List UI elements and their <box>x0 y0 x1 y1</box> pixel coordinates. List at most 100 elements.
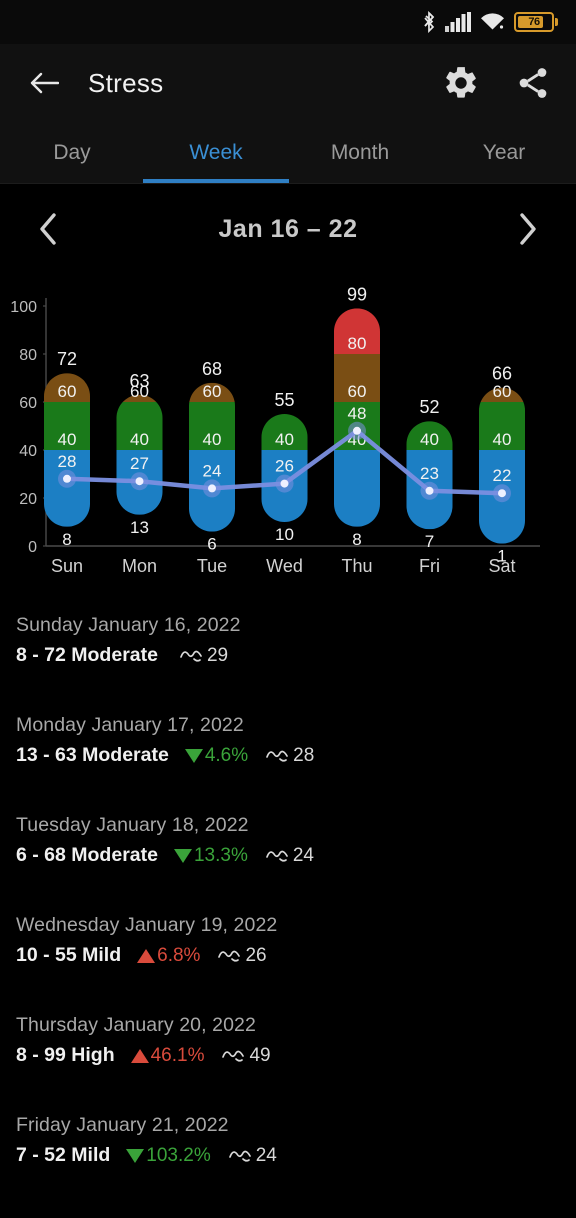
line-value-label: 26 <box>275 457 294 476</box>
stress-week-screen: 76 Stress Day Week Month Year Jan 16 – 2… <box>0 0 576 1218</box>
list-item[interactable]: Monday January 17, 2022 13 - 63 Moderate… <box>16 704 560 804</box>
bar-max-label: 55 <box>274 390 294 410</box>
triangle-down-icon <box>173 848 192 863</box>
segment-label: 10 <box>275 525 294 544</box>
entry-date: Sunday January 16, 2022 <box>16 614 241 636</box>
back-button[interactable] <box>22 61 66 105</box>
respiration-icon <box>265 850 288 862</box>
entry-date: Friday January 21, 2022 <box>16 1114 229 1136</box>
segment-label: 60 <box>130 382 149 401</box>
segment-label: 40 <box>493 430 512 449</box>
tab-label: Day <box>53 140 91 164</box>
list-item[interactable]: Friday January 21, 2022 7 - 52 Mild 103.… <box>16 1104 560 1204</box>
respiration-icon <box>218 950 241 962</box>
chevron-right-icon <box>520 213 536 245</box>
segment-label: 40 <box>203 430 222 449</box>
segment-label: 60 <box>58 382 77 401</box>
respiration-icon <box>266 750 288 762</box>
list-item[interactable]: Sunday January 16, 2022 8 - 72 Moderate … <box>16 604 560 704</box>
wifi-icon <box>480 12 505 32</box>
list-item[interactable]: Wednesday January 19, 2022 10 - 55 Mild … <box>16 904 560 1004</box>
line-point[interactable] <box>353 426 361 435</box>
line-point[interactable] <box>498 489 506 498</box>
segment-label: 40 <box>130 430 149 449</box>
tab-label: Year <box>482 140 526 164</box>
delta-value: 46.1% <box>150 1044 205 1066</box>
next-week-button[interactable] <box>506 207 550 251</box>
back-arrow-icon <box>30 72 59 94</box>
triangle-up-icon <box>137 948 156 963</box>
line-value-label: 27 <box>130 454 149 473</box>
status-bar: 76 <box>0 0 576 44</box>
gear-icon <box>446 67 476 98</box>
line-value-label: 48 <box>348 404 367 423</box>
daily-summary-list: Sunday January 16, 2022 8 - 72 Moderate … <box>0 604 576 1204</box>
share-button[interactable] <box>512 62 554 104</box>
x-axis-tick: Wed <box>266 556 303 576</box>
segment-label: 8 <box>62 530 71 549</box>
stress-bar-chart[interactable]: 0 20 40 60 80 100 72 8 40 60 28 Sun 63 13 40 60 27 Mon 68 6… <box>0 274 576 604</box>
entry-respiration: 49 <box>222 1044 271 1067</box>
tab-day[interactable]: Day <box>0 122 144 183</box>
entry-range: 8 - 99 High <box>16 1044 115 1066</box>
bar-max-label: 68 <box>202 359 222 379</box>
respiration-value: 49 <box>249 1044 271 1066</box>
bar-tue[interactable] <box>189 382 235 532</box>
tab-underline <box>431 179 576 183</box>
segment-label: 80 <box>348 334 367 353</box>
chevron-left-icon <box>40 213 56 245</box>
entry-delta: 4.6% <box>184 745 248 767</box>
tab-year[interactable]: Year <box>432 122 576 183</box>
list-item[interactable]: Tuesday January 18, 2022 6 - 68 Moderate… <box>16 804 560 904</box>
entry-respiration: 26 <box>218 945 267 967</box>
y-axis-tick: 100 <box>10 299 37 316</box>
respiration-icon <box>222 1050 245 1062</box>
delta-value: 103.2% <box>146 1144 211 1166</box>
entry-respiration: 24 <box>265 844 314 867</box>
entry-respiration: 29 <box>180 645 228 667</box>
tab-week[interactable]: Week <box>143 122 289 183</box>
segment-label: 40 <box>58 430 77 449</box>
triangle-down-icon <box>184 748 203 763</box>
line-point[interactable] <box>208 484 216 493</box>
line-value-label: 24 <box>203 461 222 480</box>
entry-delta: 13.3% <box>173 845 248 867</box>
line-value-label: 23 <box>420 464 439 483</box>
respiration-icon <box>180 650 202 662</box>
line-point[interactable] <box>280 479 289 488</box>
line-value-label: 22 <box>493 466 512 485</box>
entry-date: Tuesday January 18, 2022 <box>16 814 249 836</box>
line-point[interactable] <box>63 474 71 483</box>
bar-max-label: 52 <box>419 397 439 417</box>
page-title: Stress <box>88 67 164 98</box>
x-axis-tick: Mon <box>122 556 157 576</box>
line-point[interactable] <box>425 486 434 495</box>
tab-month[interactable]: Month <box>288 122 432 183</box>
segment-label: 60 <box>203 382 222 401</box>
entry-respiration: 28 <box>266 745 314 767</box>
entry-date: Wednesday January 19, 2022 <box>16 914 278 936</box>
list-item[interactable]: Thursday January 20, 2022 8 - 99 High 46… <box>16 1004 560 1104</box>
segment-label: 7 <box>425 532 434 551</box>
y-axis-tick: 80 <box>19 347 37 364</box>
segment-label: 6 <box>207 535 216 554</box>
segment-label: 40 <box>420 430 439 449</box>
line-point[interactable] <box>135 477 144 486</box>
entry-delta: 46.1% <box>130 1044 205 1067</box>
bar-max-label: 99 <box>347 284 367 304</box>
respiration-value: 29 <box>206 644 229 666</box>
segment-label: 8 <box>352 530 361 549</box>
x-axis-tick: Sun <box>51 556 83 576</box>
y-axis-tick: 40 <box>19 443 37 460</box>
tab-underline <box>143 179 289 183</box>
settings-button[interactable] <box>440 62 482 104</box>
tab-underline <box>0 179 145 183</box>
respiration-value: 24 <box>292 844 314 866</box>
battery-icon: 76 <box>514 12 558 32</box>
entry-range: 7 - 52 Mild <box>16 1144 111 1166</box>
app-bar: Stress <box>0 44 576 122</box>
segment-label: 13 <box>130 518 149 537</box>
bar-max-label: 72 <box>57 349 77 369</box>
respiration-icon <box>228 1150 251 1162</box>
previous-week-button[interactable] <box>26 207 70 251</box>
